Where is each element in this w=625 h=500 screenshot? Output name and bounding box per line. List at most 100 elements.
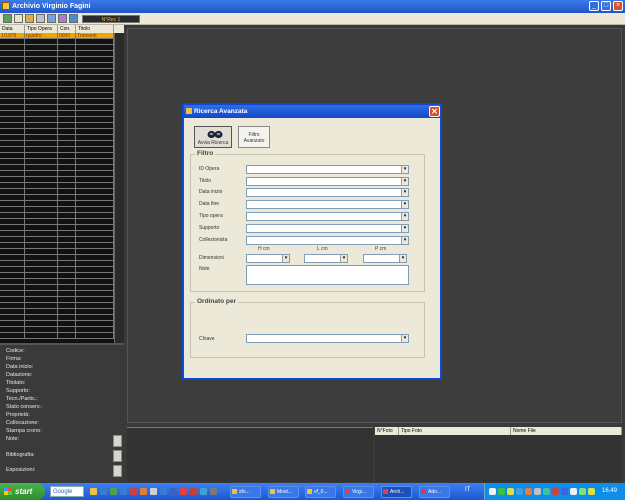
cell-data: 1/1979 bbox=[0, 33, 25, 38]
chevron-down-icon[interactable]: ▾ bbox=[282, 255, 289, 262]
grid-scrollbar[interactable] bbox=[114, 33, 124, 343]
tray-icon[interactable] bbox=[543, 488, 550, 495]
height-combo[interactable]: ▾ bbox=[246, 254, 290, 263]
taskbar-item-active[interactable]: Arch... bbox=[381, 486, 412, 498]
titolo-combo[interactable]: ▾ bbox=[246, 177, 409, 186]
lock-icon[interactable] bbox=[150, 488, 157, 495]
notes-field[interactable] bbox=[246, 265, 409, 285]
media-icon[interactable] bbox=[110, 488, 117, 495]
table-cell bbox=[76, 231, 114, 236]
tray-icon[interactable] bbox=[525, 488, 532, 495]
firefox-icon[interactable] bbox=[140, 488, 147, 495]
column-header-data[interactable]: Data bbox=[0, 25, 25, 33]
taskbar-item[interactable]: Ado... bbox=[419, 486, 450, 498]
taskbar-item[interactable]: Most... bbox=[268, 486, 299, 498]
length-combo[interactable]: ▾ bbox=[304, 254, 348, 263]
weather-icon[interactable] bbox=[200, 488, 207, 495]
tray-icon[interactable] bbox=[516, 488, 523, 495]
chevron-down-icon[interactable]: ▾ bbox=[399, 255, 406, 262]
column-header-tipo-opera[interactable]: Tipo Opera bbox=[25, 25, 58, 33]
chevron-down-icon[interactable]: ▾ bbox=[401, 201, 408, 208]
dialog-close-button[interactable]: ✕ bbox=[429, 106, 440, 117]
app-icon[interactable] bbox=[180, 488, 187, 495]
table-cell bbox=[25, 99, 58, 104]
supporto-combo[interactable]: ▾ bbox=[246, 224, 409, 233]
chevron-down-icon[interactable]: ▾ bbox=[401, 189, 408, 196]
google-search-box[interactable]: Google bbox=[50, 486, 84, 497]
tray-icon[interactable] bbox=[534, 488, 541, 495]
security-icon[interactable] bbox=[588, 488, 595, 495]
table-cell bbox=[25, 267, 58, 272]
desktop-icon[interactable] bbox=[210, 488, 217, 495]
table-cell bbox=[58, 333, 76, 338]
volume-icon[interactable] bbox=[570, 488, 577, 495]
chevron-down-icon[interactable]: ▾ bbox=[401, 225, 408, 232]
image-icon[interactable] bbox=[69, 14, 78, 23]
table-cell bbox=[58, 81, 76, 86]
id-opera-combo[interactable]: ▾ bbox=[246, 165, 409, 174]
search-icon[interactable] bbox=[58, 14, 67, 23]
table-cell bbox=[58, 159, 76, 164]
pdf-icon[interactable] bbox=[130, 488, 137, 495]
data-inizio-combo[interactable]: ▾ bbox=[246, 188, 409, 197]
run-search-button[interactable]: Avvia Ricerca bbox=[194, 126, 232, 148]
mail-icon[interactable] bbox=[120, 488, 127, 495]
clock: 16.49 bbox=[602, 488, 618, 494]
tray-icon[interactable] bbox=[552, 488, 559, 495]
chevron-down-icon[interactable]: ▾ bbox=[401, 335, 408, 342]
table-cell bbox=[0, 159, 25, 164]
chevron-down-icon[interactable]: ▾ bbox=[401, 166, 408, 173]
network-icon[interactable] bbox=[579, 488, 586, 495]
chevron-down-icon[interactable]: ▾ bbox=[340, 255, 347, 262]
notes-expand-button[interactable] bbox=[113, 435, 122, 447]
exhibitions-expand-button[interactable] bbox=[113, 465, 122, 477]
column-header-nfoto[interactable]: N°Foto bbox=[375, 427, 399, 435]
column-header-nome-file[interactable]: Nome File bbox=[511, 427, 622, 435]
table-cell bbox=[58, 45, 76, 50]
key-combo[interactable]: ▾ bbox=[246, 334, 409, 343]
print-icon[interactable] bbox=[36, 14, 45, 23]
tray-icon[interactable] bbox=[507, 488, 514, 495]
data-fine-combo[interactable]: ▾ bbox=[246, 200, 409, 209]
column-header-con[interactable]: Con. bbox=[58, 25, 76, 33]
advanced-filter-button[interactable]: Filtro Avanzato bbox=[238, 126, 270, 148]
folder-icon[interactable] bbox=[90, 488, 97, 495]
table-cell bbox=[25, 195, 58, 200]
network-icon[interactable] bbox=[160, 488, 167, 495]
chevron-down-icon[interactable]: ▾ bbox=[401, 213, 408, 220]
browser-icon[interactable] bbox=[100, 488, 107, 495]
tipo-opera-combo[interactable]: ▾ bbox=[246, 212, 409, 221]
chevron-down-icon[interactable]: ▾ bbox=[401, 237, 408, 244]
taskbar-item[interactable]: vf_0... bbox=[305, 486, 336, 498]
tray-icon[interactable] bbox=[498, 488, 505, 495]
table-cell bbox=[58, 75, 76, 80]
antivirus-icon[interactable] bbox=[190, 488, 197, 495]
new-record-icon[interactable] bbox=[14, 14, 23, 23]
table-cell bbox=[0, 291, 25, 296]
maximize-button[interactable]: □ bbox=[601, 1, 611, 11]
open-icon[interactable] bbox=[25, 14, 34, 23]
close-button[interactable]: × bbox=[613, 1, 623, 11]
depth-combo[interactable]: ▾ bbox=[363, 254, 407, 263]
edit-icon[interactable] bbox=[47, 14, 56, 23]
language-indicator[interactable]: IT bbox=[465, 487, 470, 493]
table-cell bbox=[58, 69, 76, 74]
collezionista-combo[interactable]: ▾ bbox=[246, 236, 409, 245]
taskbar-item[interactable]: Virgi... bbox=[343, 486, 374, 498]
bibliography-expand-button[interactable] bbox=[113, 450, 122, 462]
table-row[interactable] bbox=[0, 333, 124, 339]
exit-icon[interactable] bbox=[3, 14, 12, 23]
column-header-tipo-foto[interactable]: Tipo Foto bbox=[399, 427, 511, 435]
table-cell bbox=[0, 225, 25, 230]
records-grid[interactable]: Data Tipo Opera Con. Titolo 1/1979 quadr… bbox=[0, 25, 124, 343]
start-button[interactable]: start bbox=[0, 483, 45, 500]
chevron-down-icon[interactable]: ▾ bbox=[401, 178, 408, 185]
minimize-button[interactable]: _ bbox=[589, 1, 599, 11]
tray-icon[interactable] bbox=[489, 488, 496, 495]
photos-panel[interactable]: N°Foto Tipo Foto Nome File bbox=[375, 427, 622, 482]
ie-icon[interactable] bbox=[170, 488, 177, 495]
taskbar-item[interactable]: sfo... bbox=[230, 486, 261, 498]
tray-icon[interactable] bbox=[561, 488, 568, 495]
table-cell bbox=[25, 291, 58, 296]
column-header-titolo[interactable]: Titolo bbox=[76, 25, 114, 33]
